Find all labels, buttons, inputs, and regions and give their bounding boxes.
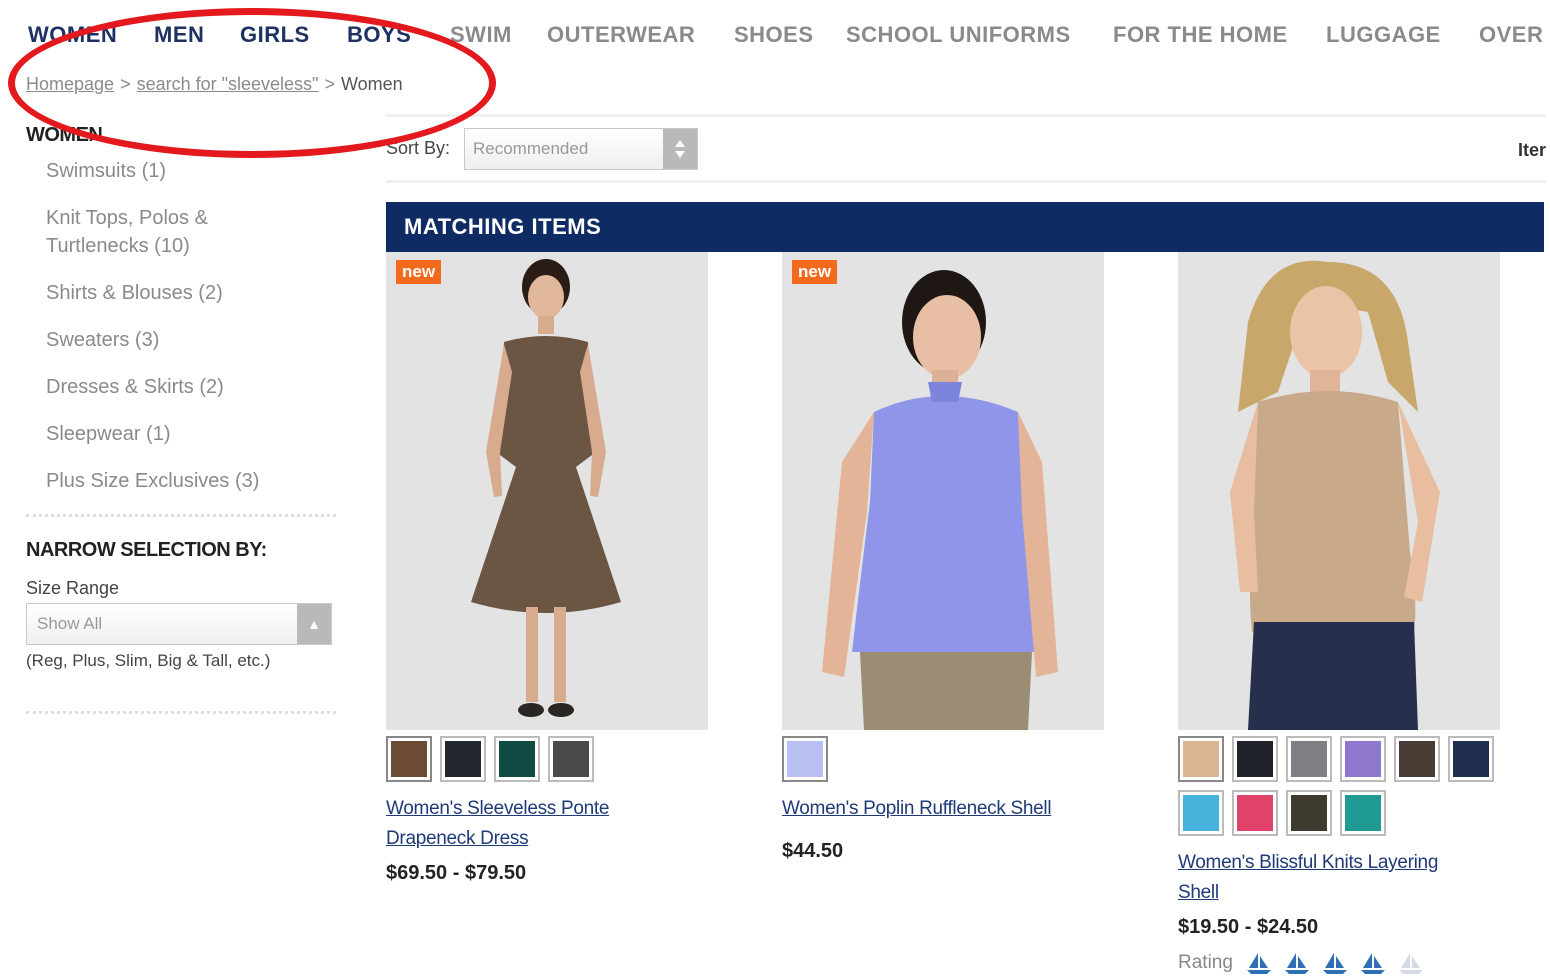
sailboat-rating-icon <box>1360 953 1385 974</box>
color-swatch[interactable] <box>494 736 540 782</box>
product-price: $69.50 - $79.50 <box>386 862 527 884</box>
nav-men[interactable]: MEN <box>154 22 204 48</box>
color-swatch[interactable] <box>1448 736 1494 782</box>
product-name-link[interactable]: Women's Sleeveless Ponte Drapeneck Dress <box>386 794 726 854</box>
breadcrumb-home-link[interactable]: Homepage <box>26 74 114 94</box>
matching-items-title: MATCHING ITEMS <box>404 214 602 239</box>
nav-luggage[interactable]: LUGGAGE <box>1326 22 1441 48</box>
nav-girls[interactable]: GIRLS <box>240 22 310 48</box>
breadcrumb-search-link[interactable]: search for "sleeveless" <box>137 74 319 94</box>
product-name-line: Women's Poplin Ruffleneck Shell <box>782 798 1052 819</box>
narrow-selection-title: NARROW SELECTION BY: <box>26 539 267 561</box>
nav-boys[interactable]: BOYS <box>347 22 411 48</box>
color-swatch[interactable] <box>1178 790 1224 836</box>
sidebar: WOMEN Swimsuits (1) Knit Tops, Polos & T… <box>26 124 346 722</box>
size-range-value: Show All <box>37 614 103 633</box>
matching-items-header: MATCHING ITEMS <box>386 202 1544 252</box>
product-card: new Women's Poplin Ruffleneck Shell $44.… <box>782 252 1122 863</box>
sort-value: Recommended <box>473 139 589 158</box>
new-badge: new <box>792 260 838 284</box>
color-swatches <box>386 736 716 782</box>
product-image[interactable] <box>1178 252 1500 730</box>
product-name-line: Women's Blissful Knits Layering <box>1178 852 1439 873</box>
product-name-line: Drapeneck Dress <box>386 828 529 849</box>
product-image[interactable]: new <box>782 252 1104 730</box>
color-swatch[interactable] <box>440 736 486 782</box>
sort-label: Sort By: <box>386 138 451 158</box>
sort-bar: Sort By: Recommended Iter <box>386 128 1546 170</box>
category-swimsuits[interactable]: Swimsuits (1) <box>26 157 346 185</box>
category-plus-size[interactable]: Plus Size Exclusives (3) <box>26 467 346 495</box>
sort-select[interactable]: Recommended <box>464 128 698 170</box>
color-swatch[interactable] <box>1286 736 1332 782</box>
category-shirts-blouses[interactable]: Shirts & Blouses (2) <box>26 279 346 307</box>
divider <box>26 514 336 517</box>
top-nav: WOMEN MEN GIRLS BOYS SWIM OUTERWEAR SHOE… <box>0 18 1550 54</box>
color-swatch[interactable] <box>1394 736 1440 782</box>
category-list: Swimsuits (1) Knit Tops, Polos & Turtlen… <box>26 157 346 495</box>
tank-model-illustration <box>1230 260 1440 730</box>
nav-women[interactable]: WOMEN <box>28 22 117 48</box>
color-swatch[interactable] <box>1232 790 1278 836</box>
color-swatch[interactable] <box>1178 736 1224 782</box>
size-range-select[interactable]: Show All ▲︎ <box>26 603 332 645</box>
nav-swim[interactable]: SWIM <box>450 22 512 48</box>
color-swatch[interactable] <box>1340 790 1386 836</box>
divider <box>26 711 336 714</box>
sailboat-rating-icon <box>1322 953 1347 974</box>
product-card: Women's Blissful Knits Layering Shell $1… <box>1178 252 1518 975</box>
divider <box>386 180 1546 183</box>
dress-model-illustration <box>471 259 621 717</box>
color-swatches <box>782 736 1112 782</box>
rating-boats <box>1245 951 1425 975</box>
divider <box>386 114 1546 117</box>
nav-outerwear[interactable]: OUTERWEAR <box>547 22 695 48</box>
sailboat-rating-icon <box>1284 953 1309 974</box>
color-swatch[interactable] <box>1232 736 1278 782</box>
color-swatch[interactable] <box>386 736 432 782</box>
updown-arrow-icon <box>663 129 697 169</box>
product-name-link[interactable]: Women's Blissful Knits Layering Shell <box>1178 848 1518 908</box>
breadcrumb-separator: > <box>120 74 131 94</box>
nav-school-uniforms[interactable]: SCHOOL UNIFORMS <box>846 22 1071 48</box>
rating-label: Rating <box>1178 952 1233 973</box>
sidebar-title: WOMEN <box>26 124 103 146</box>
category-knit-tops[interactable]: Knit Tops, Polos & Turtlenecks (10) <box>26 204 226 260</box>
color-swatch[interactable] <box>1286 790 1332 836</box>
nav-overstock[interactable]: OVER <box>1479 22 1543 48</box>
category-sleepwear[interactable]: Sleepwear (1) <box>26 420 346 448</box>
product-price: $19.50 - $24.50 <box>1178 916 1319 938</box>
color-swatch[interactable] <box>782 736 828 782</box>
color-swatches <box>1178 736 1508 836</box>
size-range-label: Size Range <box>26 578 120 598</box>
product-card: new Women's Sleeveless Ponte Drapeneck D… <box>386 252 726 885</box>
color-swatch[interactable] <box>548 736 594 782</box>
product-name-line: Shell <box>1178 882 1219 903</box>
updown-arrow-icon: ▲︎ <box>297 604 331 644</box>
product-price: $44.50 <box>782 840 844 862</box>
product-name-link[interactable]: Women's Poplin Ruffleneck Shell <box>782 794 1122 824</box>
category-sweaters[interactable]: Sweaters (3) <box>26 326 346 354</box>
breadcrumb-separator: > <box>324 74 335 94</box>
nav-shoes[interactable]: SHOES <box>734 22 814 48</box>
product-image[interactable]: new <box>386 252 708 730</box>
items-per-page-label: Iter <box>1517 140 1546 160</box>
color-swatch[interactable] <box>1340 736 1386 782</box>
sailboat-rating-icon <box>1246 953 1271 974</box>
category-dresses-skirts[interactable]: Dresses & Skirts (2) <box>26 373 346 401</box>
nav-for-the-home[interactable]: FOR THE HOME <box>1113 22 1288 48</box>
product-rating: Rating <box>1178 951 1518 975</box>
size-range-hint: (Reg, Plus, Slim, Big & Tall, etc.) <box>26 651 271 670</box>
breadcrumb: Homepage > search for "sleeveless" > Women <box>26 74 403 95</box>
blouse-model-illustration <box>822 270 1058 730</box>
breadcrumb-current: Women <box>340 74 403 94</box>
new-badge: new <box>396 260 442 284</box>
product-name-line: Women's Sleeveless Ponte <box>386 798 610 819</box>
sailboat-rating-icon <box>1398 953 1423 974</box>
